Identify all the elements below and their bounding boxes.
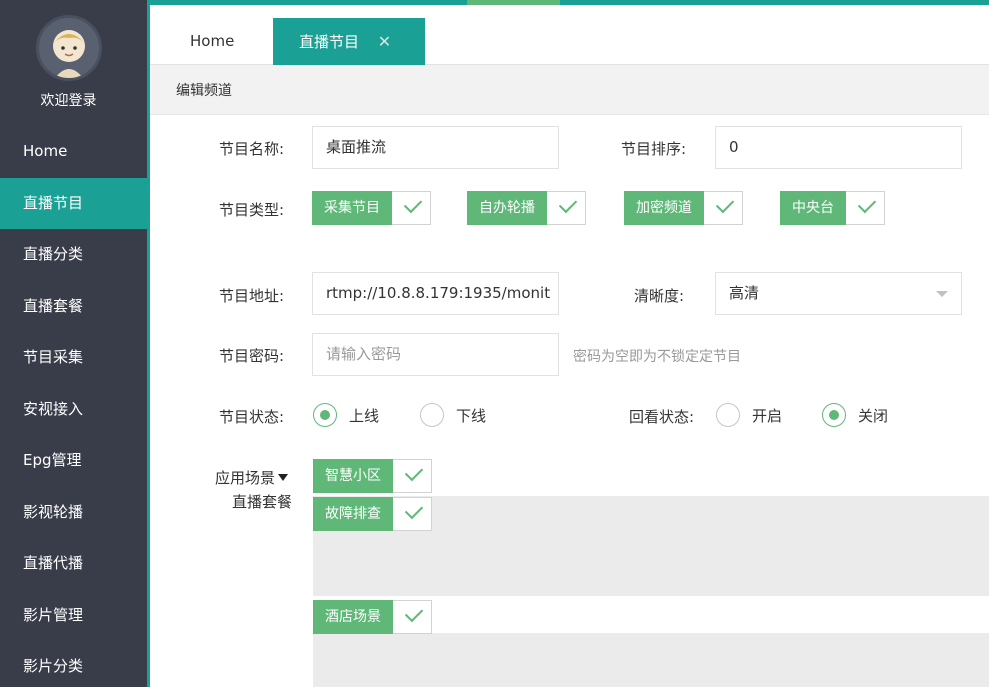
- sidebar-item-program-collection[interactable]: 节目采集: [0, 332, 147, 384]
- program-name-label: 节目名称:: [218, 140, 284, 158]
- sidebar-item-live-categories[interactable]: 直播分类: [0, 229, 147, 281]
- radio-selected-icon: [822, 403, 846, 427]
- program-type-label: 节目类型:: [218, 201, 284, 219]
- radio-empty-icon: [420, 403, 444, 427]
- scene-troubleshoot-label: 故障排查: [313, 497, 393, 531]
- replay-open-radio[interactable]: 开启: [716, 403, 782, 427]
- sidebar-nav: Home 直播节目 直播分类 直播套餐 节目采集 安视接入 Epg管理 影视轮播…: [0, 126, 147, 693]
- user-avatar[interactable]: [36, 15, 102, 81]
- package-label: 直播套餐: [231, 493, 292, 511]
- clarity-select[interactable]: 高清: [715, 272, 962, 315]
- page-title: 编辑频道: [176, 83, 232, 99]
- status-offline-label: 下线: [456, 406, 487, 425]
- scene-label[interactable]: 应用场景: [188, 467, 288, 488]
- program-order-label: 节目排序:: [620, 140, 686, 158]
- type-collect-label: 采集节目: [312, 191, 392, 225]
- status-online-radio[interactable]: 上线: [313, 403, 379, 427]
- close-icon[interactable]: ✕: [378, 18, 391, 65]
- tab-live-programs-label: 直播节目: [299, 33, 360, 51]
- package-panel-hotel: [313, 633, 989, 687]
- status-offline-radio[interactable]: 下线: [420, 403, 486, 427]
- welcome-text: 欢迎登录: [40, 93, 97, 109]
- tab-bar: Home 直播节目 ✕: [150, 5, 989, 65]
- sidebar-item-anshi-access[interactable]: 安视接入: [0, 384, 147, 436]
- program-address-label: 节目地址:: [218, 287, 284, 305]
- check-icon: [392, 191, 431, 225]
- password-hint: 密码为空即为不锁定定节目: [573, 349, 741, 365]
- avatar-icon: [39, 18, 99, 78]
- type-encrypted-label: 加密频道: [624, 191, 704, 225]
- program-status-label: 节目状态:: [218, 408, 284, 426]
- tab-home[interactable]: Home: [170, 18, 270, 65]
- radio-empty-icon: [716, 403, 740, 427]
- radio-selected-icon: [313, 403, 337, 427]
- status-online-label: 上线: [349, 406, 380, 425]
- type-checkbox-self-carousel[interactable]: 自办轮播: [467, 191, 586, 225]
- sidebar-item-video-carousel[interactable]: 影视轮播: [0, 487, 147, 539]
- sidebar-item-live-packages[interactable]: 直播套餐: [0, 281, 147, 333]
- sidebar-item-home[interactable]: Home: [0, 126, 147, 178]
- clarity-label: 清晰度:: [633, 287, 684, 305]
- type-checkbox-encrypted[interactable]: 加密频道: [624, 191, 743, 225]
- scene-label-text: 应用场景: [214, 469, 275, 487]
- breadcrumb: 编辑频道: [150, 65, 989, 115]
- replay-close-label: 关闭: [858, 406, 889, 425]
- tab-live-programs[interactable]: 直播节目 ✕: [273, 18, 425, 65]
- replay-status-label: 回看状态:: [628, 408, 694, 426]
- program-password-label: 节目密码:: [218, 347, 284, 365]
- dropdown-arrow-icon: [936, 291, 948, 297]
- program-address-input[interactable]: rtmp://10.8.8.179:1935/monit: [312, 272, 559, 315]
- check-icon: [393, 497, 432, 531]
- program-name-input[interactable]: 桌面推流: [312, 126, 559, 169]
- check-icon: [704, 191, 743, 225]
- scene-hotel-label: 酒店场景: [313, 600, 393, 634]
- scene-checkbox-smart-community[interactable]: 智慧小区: [313, 459, 432, 493]
- sidebar-item-film-categories[interactable]: 影片分类: [0, 641, 147, 693]
- caret-down-icon: [278, 474, 288, 481]
- check-icon: [846, 191, 885, 225]
- check-icon: [393, 459, 432, 493]
- type-checkbox-collect[interactable]: 采集节目: [312, 191, 431, 225]
- scene-smart-community-label: 智慧小区: [313, 459, 393, 493]
- clarity-value: 高清: [729, 284, 760, 302]
- replay-close-radio[interactable]: 关闭: [822, 403, 888, 427]
- program-password-input[interactable]: 请输入密码: [312, 333, 559, 376]
- check-icon: [547, 191, 586, 225]
- type-checkbox-cctv[interactable]: 中央台: [780, 191, 885, 225]
- sidebar-item-live-relay[interactable]: 直播代播: [0, 538, 147, 590]
- program-order-input[interactable]: 0: [715, 126, 962, 169]
- scene-checkbox-hotel[interactable]: 酒店场景: [313, 600, 432, 634]
- sidebar-item-film-management[interactable]: 影片管理: [0, 590, 147, 642]
- type-self-carousel-label: 自办轮播: [467, 191, 547, 225]
- sidebar-item-epg-management[interactable]: Epg管理: [0, 435, 147, 487]
- sidebar-item-live-programs[interactable]: 直播节目: [0, 177, 147, 229]
- scene-checkbox-troubleshoot[interactable]: 故障排查: [313, 497, 432, 531]
- replay-open-label: 开启: [752, 406, 783, 425]
- check-icon: [393, 600, 432, 634]
- type-cctv-label: 中央台: [780, 191, 846, 225]
- sidebar: 欢迎登录 Home 直播节目 直播分类 直播套餐 节目采集 安视接入 Epg管理…: [0, 0, 147, 687]
